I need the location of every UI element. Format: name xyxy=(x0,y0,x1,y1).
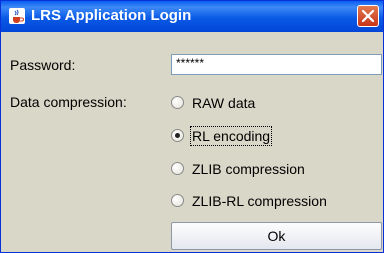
password-label: Password: xyxy=(10,57,76,73)
close-button[interactable] xyxy=(357,5,379,27)
java-cup-icon xyxy=(9,8,25,24)
close-icon xyxy=(362,10,374,22)
password-field[interactable]: ****** xyxy=(171,54,382,75)
radio-button[interactable] xyxy=(171,194,184,207)
radio-label: ZLIB compression xyxy=(192,161,305,177)
window-title: LRS Application Login xyxy=(31,7,192,24)
login-window: LRS Application Login Password: ****** D… xyxy=(0,0,384,253)
radio-label: ZLIB-RL compression xyxy=(192,193,327,209)
title-bar[interactable]: LRS Application Login xyxy=(1,1,383,32)
compression-label: Data compression: xyxy=(10,94,127,110)
radio-label: RL encoding xyxy=(189,126,273,146)
radio-button-checked[interactable] xyxy=(171,129,184,142)
radio-button[interactable] xyxy=(171,96,184,109)
radio-label: RAW data xyxy=(192,95,256,111)
radio-button[interactable] xyxy=(171,162,184,175)
ok-button[interactable]: Ok xyxy=(171,222,382,250)
dialog-content: Password: ****** Data compression: RAW d… xyxy=(1,32,383,252)
